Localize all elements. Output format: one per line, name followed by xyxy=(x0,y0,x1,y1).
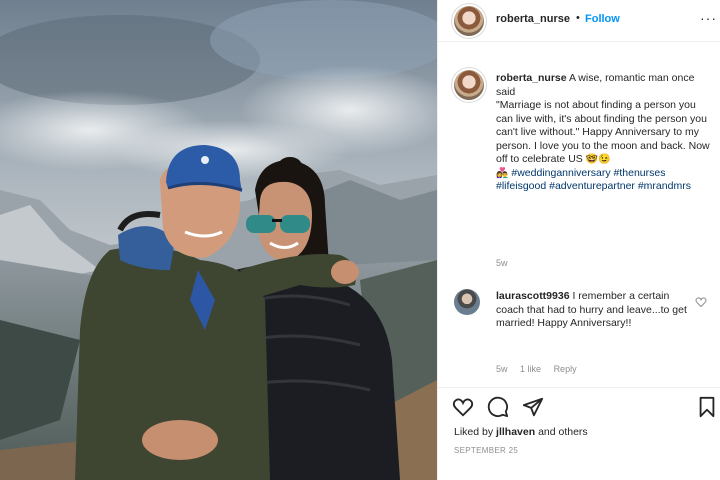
post-caption: roberta_nurse A wise, romantic man once … xyxy=(496,72,714,194)
post-date: SEPTEMBER 25 xyxy=(454,446,519,455)
bookmark-icon[interactable] xyxy=(696,396,718,418)
comments-section[interactable]: roberta_nurse A wise, romantic man once … xyxy=(438,42,720,387)
likes-user[interactable]: jllhaven xyxy=(496,426,535,438)
reply-button[interactable]: Reply xyxy=(554,364,577,374)
post-header: roberta_nurse • Follow ··· xyxy=(438,0,720,42)
likes-summary[interactable]: Liked by jllhaven and others xyxy=(454,426,588,438)
caption-timestamp: 5w xyxy=(496,258,508,268)
separator-dot: • xyxy=(576,12,580,24)
caption-hashtags[interactable]: #weddinganniversary #thenurses #lifeisgo… xyxy=(496,167,691,193)
paper-plane-icon[interactable] xyxy=(522,396,544,418)
post-photo[interactable] xyxy=(0,0,437,480)
comment-meta: 5w 1 like Reply xyxy=(496,364,587,374)
follow-button[interactable]: Follow xyxy=(585,13,620,25)
comment-heart-icon[interactable] xyxy=(695,296,707,308)
commenter-avatar[interactable] xyxy=(454,289,480,315)
caption-emoji-2: 👩‍❤️‍👨 xyxy=(496,167,509,179)
comment-username[interactable]: laurascott9936 xyxy=(496,290,570,302)
likes-suffix[interactable]: and others xyxy=(538,426,588,438)
likes-prefix: Liked by xyxy=(454,426,494,438)
caption-username[interactable]: roberta_nurse xyxy=(496,72,567,84)
comment-bubble-icon[interactable] xyxy=(487,396,509,418)
author-username[interactable]: roberta_nurse xyxy=(496,13,570,25)
post-sidebar: roberta_nurse • Follow ··· roberta_nurse… xyxy=(437,0,720,480)
comment-timestamp: 5w xyxy=(496,364,508,374)
heart-icon[interactable] xyxy=(452,396,474,418)
comment: laurascott9936 I remember a certain coac… xyxy=(496,290,696,331)
photo-image xyxy=(0,0,437,480)
post-actions: Liked by jllhaven and others SEPTEMBER 2… xyxy=(438,387,720,480)
comment-likes-link[interactable]: 1 like xyxy=(520,364,541,374)
more-dots-icon[interactable]: ··· xyxy=(700,10,717,26)
caption-avatar[interactable] xyxy=(454,70,484,100)
caption-emoji-1: 🤓😉 xyxy=(585,154,611,165)
author-avatar[interactable] xyxy=(454,6,484,36)
